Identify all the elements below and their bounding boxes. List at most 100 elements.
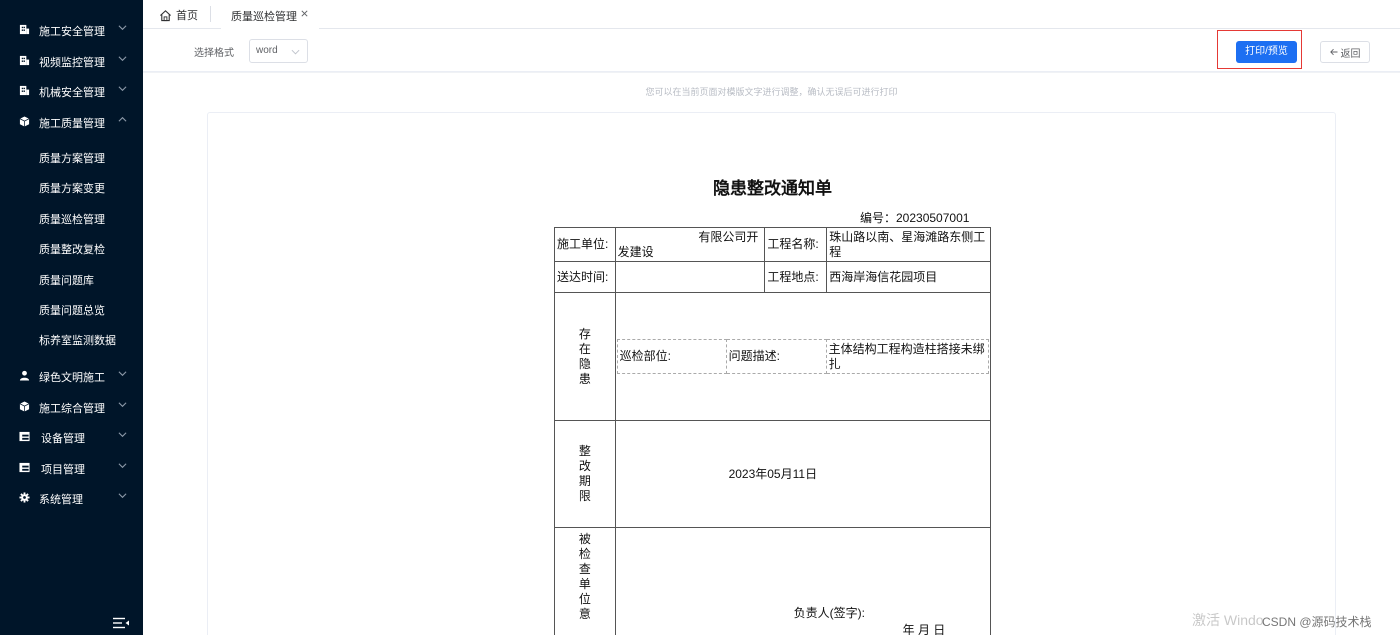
hazard-inner-table: 巡检部位: 问题描述: 主体结构工程构造柱搭接未绑扎 bbox=[616, 339, 990, 374]
cube-icon bbox=[19, 401, 30, 412]
sidebar-item-label: 施工安全管理 bbox=[39, 26, 105, 38]
back-button[interactable]: 返回 bbox=[1320, 41, 1370, 63]
project-site-value[interactable]: 西海岸海信花园项目 bbox=[826, 261, 991, 293]
sidebar-item-label: 视频监控管理 bbox=[39, 57, 105, 69]
deadline-value-text: 2023年05月11日 bbox=[728, 466, 818, 481]
inspected-label-char: 位 bbox=[578, 592, 591, 606]
deadline-label-char: 期 bbox=[578, 474, 591, 488]
close-icon[interactable] bbox=[300, 9, 309, 18]
sidebar-item-label: 绿色文明施工 bbox=[39, 372, 105, 384]
issue-desc-value[interactable]: 主体结构工程构造柱搭接未绑扎 bbox=[825, 339, 990, 374]
table-icon bbox=[19, 431, 30, 442]
sidebar-item-system[interactable]: 系统管理 bbox=[0, 483, 143, 513]
hazard-label-char: 存 bbox=[578, 326, 591, 341]
chevron-down-icon bbox=[118, 371, 127, 377]
hazard-label-char: 在 bbox=[578, 341, 591, 356]
format-label: 选择格式 bbox=[194, 48, 234, 59]
tab-label: 质量巡检管理 bbox=[231, 11, 297, 23]
inspected-unit-opinion[interactable]: 负责人(签字): 年 月 日 bbox=[614, 527, 992, 635]
chevron-down-icon bbox=[118, 432, 127, 438]
deadline-label-char: 改 bbox=[578, 459, 591, 473]
chevron-down-icon bbox=[118, 56, 127, 62]
table-row: 巡检部位: 问题描述: 主体结构工程构造柱搭接未绑扎 bbox=[616, 339, 990, 374]
sidebar-item-label: 系统管理 bbox=[39, 494, 83, 506]
windows-activation-watermark: 激活 Windo bbox=[1192, 612, 1264, 628]
send-time-value[interactable] bbox=[614, 261, 766, 293]
table-icon bbox=[19, 462, 30, 473]
sidebar-item-green-construction[interactable]: 绿色文明施工 bbox=[0, 361, 143, 391]
sidebar-item-equipment[interactable]: 设备管理 bbox=[0, 422, 143, 452]
sidebar-item-label: 施工综合管理 bbox=[39, 403, 105, 415]
sidebar-subitem[interactable]: 质量问题库 bbox=[39, 272, 139, 292]
arrow-left-icon bbox=[1329, 48, 1337, 56]
inspected-label-char: 查 bbox=[578, 562, 591, 576]
deadline-value[interactable]: 2023年05月11日 bbox=[614, 420, 992, 528]
chevron-up-icon bbox=[118, 116, 127, 122]
sidebar-subitem-active[interactable]: 质量巡检管理 bbox=[39, 211, 139, 231]
unit-value-line1: 有限公司开 bbox=[698, 229, 759, 244]
format-select[interactable]: word bbox=[249, 39, 308, 63]
tab-quality-inspection[interactable]: 质量巡检管理 bbox=[221, 0, 319, 29]
sidebar-item-label: 设备管理 bbox=[41, 433, 85, 445]
table-row: 被 检 查 单 位 意 负责人(签字): 年 月 日 bbox=[554, 527, 992, 635]
sidebar-subitem[interactable]: 质量问题总览 bbox=[39, 302, 139, 322]
building-icon bbox=[19, 24, 30, 35]
sidebar-item-video-monitoring[interactable]: 视频监控管理 bbox=[0, 46, 143, 76]
sidebar-item-construction-quality[interactable]: 施工质量管理 bbox=[0, 107, 143, 137]
deadline-label-char: 限 bbox=[578, 489, 591, 503]
sidebar-subitem[interactable]: 质量方案管理 bbox=[39, 150, 139, 170]
hazard-label-char: 隐 bbox=[578, 356, 591, 371]
project-name-value[interactable]: 珠山路以南、星海滩路东侧工程 bbox=[826, 227, 991, 262]
cube-icon bbox=[19, 116, 30, 127]
building-icon bbox=[19, 85, 30, 96]
unit-value[interactable]: 有限公司开 发建设 bbox=[614, 227, 766, 262]
sidebar-subitem[interactable]: 质量整改复检 bbox=[39, 241, 139, 261]
main-content: 您可以在当前页面对模版文字进行调整，确认无误后可进行打印 隐患整改通知单 编号：… bbox=[143, 73, 1400, 635]
unit-label: 施工单位: bbox=[554, 227, 616, 262]
hazard-label: 存 在 隐 患 bbox=[554, 292, 616, 421]
deadline-label: 整 改 期 限 bbox=[554, 420, 616, 528]
sidebar-item-construction-safety[interactable]: 施工安全管理 bbox=[0, 15, 143, 45]
edit-hint: 您可以在当前页面对模版文字进行调整，确认无误后可进行打印 bbox=[645, 87, 898, 97]
document-number: 编号：20230507001 bbox=[860, 211, 970, 225]
tab-bar: 首页 质量巡检管理 bbox=[143, 0, 1400, 29]
app-root: 施工安全管理 视频监控管理 机械安全管理 施工质量管理 质量方案管理 质量方案变… bbox=[0, 0, 1400, 635]
home-icon bbox=[160, 9, 171, 21]
sidebar-item-machinery-safety[interactable]: 机械安全管理 bbox=[0, 76, 143, 106]
sidebar-item-comprehensive[interactable]: 施工综合管理 bbox=[0, 392, 143, 422]
unit-value-line2: 发建设 bbox=[617, 244, 654, 259]
building-icon bbox=[19, 55, 30, 66]
project-name-label: 工程名称: bbox=[764, 227, 828, 262]
toolbar: 选择格式 word 打印/预览 返回 bbox=[143, 29, 1400, 72]
sidebar-subitem[interactable]: 标养室监测数据 bbox=[39, 332, 139, 352]
chevron-down-icon bbox=[118, 25, 127, 31]
document-paper: 隐患整改通知单 编号：20230507001 施工单位: 有限公司开 发建设 工… bbox=[207, 112, 1336, 635]
inspected-label-char: 单 bbox=[578, 577, 591, 591]
chevron-down-icon bbox=[291, 49, 300, 55]
document-title: 隐患整改通知单 bbox=[713, 179, 832, 198]
inspect-part-label-text: 巡检部位: bbox=[619, 349, 671, 363]
back-button-label: 返回 bbox=[1340, 48, 1361, 60]
hazard-cell: 巡检部位: 问题描述: 主体结构工程构造柱搭接未绑扎 bbox=[614, 292, 992, 421]
chevron-down-icon bbox=[118, 463, 127, 469]
inspected-label-char: 意 bbox=[578, 607, 591, 621]
tab-home-label: 首页 bbox=[176, 10, 198, 22]
sidebar-item-label: 施工质量管理 bbox=[39, 118, 105, 130]
menu-fold-icon[interactable] bbox=[112, 617, 130, 629]
print-preview-button[interactable]: 打印/预览 bbox=[1236, 41, 1297, 63]
chevron-down-icon bbox=[118, 402, 127, 408]
sidebar-item-label: 机械安全管理 bbox=[39, 87, 105, 99]
tab-home[interactable]: 首页 bbox=[159, 7, 198, 23]
project-site-label: 工程地点: bbox=[764, 261, 828, 293]
sidebar-item-project[interactable]: 项目管理 bbox=[0, 453, 143, 483]
sign-date: 年 月 日 bbox=[902, 623, 946, 635]
format-select-value: word bbox=[256, 45, 278, 56]
sidebar: 施工安全管理 视频监控管理 机械安全管理 施工质量管理 质量方案管理 质量方案变… bbox=[0, 0, 143, 635]
sidebar-item-label: 项目管理 bbox=[41, 464, 85, 476]
sidebar-subitem[interactable]: 质量方案变更 bbox=[39, 180, 139, 200]
tab-divider bbox=[210, 6, 211, 22]
notice-table: 施工单位: 有限公司开 发建设 工程名称: 珠山路以南、星海滩路东侧工程 送达时… bbox=[554, 227, 992, 635]
send-time-label: 送达时间: bbox=[554, 261, 616, 293]
inspected-label-char: 被 bbox=[578, 532, 591, 546]
inspected-unit-label: 被 检 查 单 位 意 bbox=[554, 527, 616, 635]
